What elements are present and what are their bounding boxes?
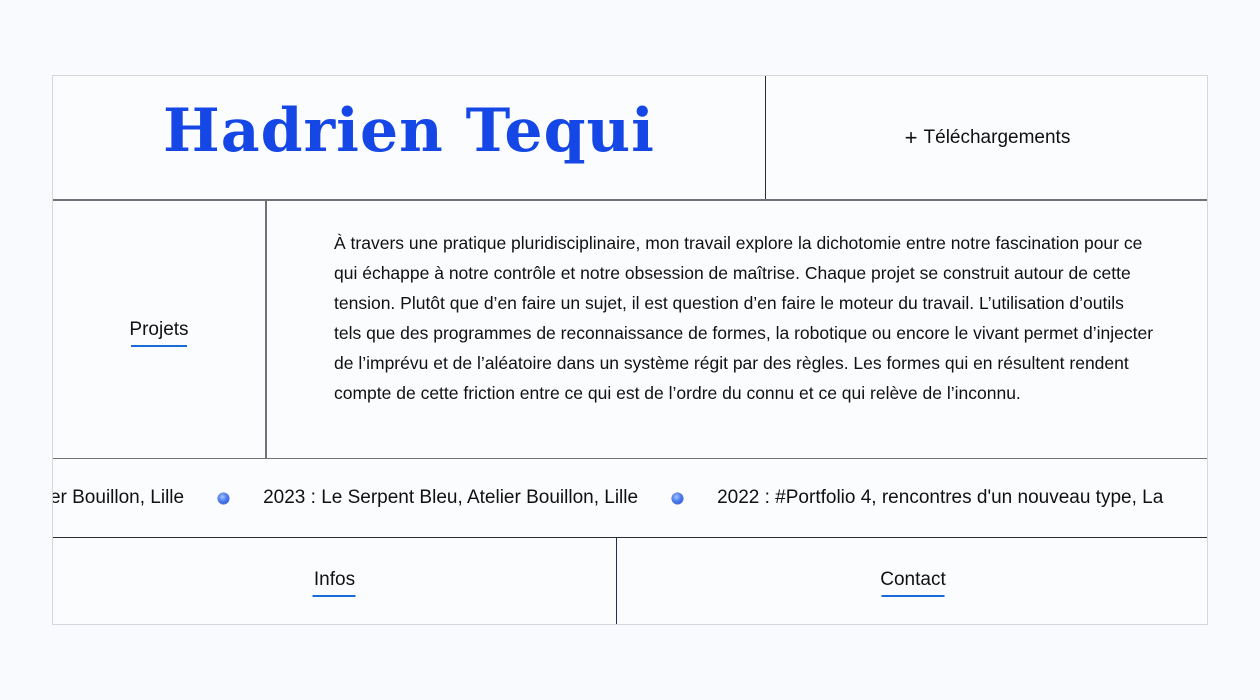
- infos-link[interactable]: Infos: [314, 569, 355, 595]
- plus-icon: +: [904, 124, 918, 150]
- downloads-button[interactable]: + Téléchargements: [766, 76, 1207, 199]
- ticker-item: 2023 : Le Serpent Bleu, Atelier Bouillon…: [263, 487, 639, 508]
- blue-dot-icon: [218, 492, 230, 504]
- ticker-item: 2022 : #Portfolio 4, rencontres d'un nou…: [717, 487, 1164, 508]
- bio-text: À travers une pratique pluridisciplinair…: [334, 233, 1154, 403]
- infos-cell: Infos: [53, 538, 617, 624]
- footer-nav: Infos Contact: [53, 538, 1207, 624]
- page-frame: Hadrien Tequi + Téléchargements Projets …: [52, 75, 1208, 625]
- header: Hadrien Tequi + Téléchargements: [53, 76, 1207, 201]
- content-row: Projets À travers une pratique pluridisc…: [53, 201, 1207, 459]
- blue-dot-icon: [672, 492, 684, 504]
- projects-cell: Projets: [53, 201, 267, 458]
- contact-link[interactable]: Contact: [880, 569, 945, 595]
- site-title[interactable]: Hadrien Tequi: [163, 96, 655, 166]
- ticker-item: Atelier Bouillon, Lille: [53, 487, 185, 508]
- bio-cell: À travers une pratique pluridisciplinair…: [267, 201, 1207, 458]
- title-cell: Hadrien Tequi: [53, 76, 766, 199]
- downloads-label: Téléchargements: [923, 126, 1071, 148]
- contact-cell: Contact: [617, 538, 1207, 624]
- projects-link[interactable]: Projets: [129, 319, 188, 345]
- ticker-track: Atelier Bouillon, Lille 2023 : Le Serpen…: [53, 487, 1163, 509]
- exhibition-ticker: Atelier Bouillon, Lille 2023 : Le Serpen…: [53, 459, 1207, 538]
